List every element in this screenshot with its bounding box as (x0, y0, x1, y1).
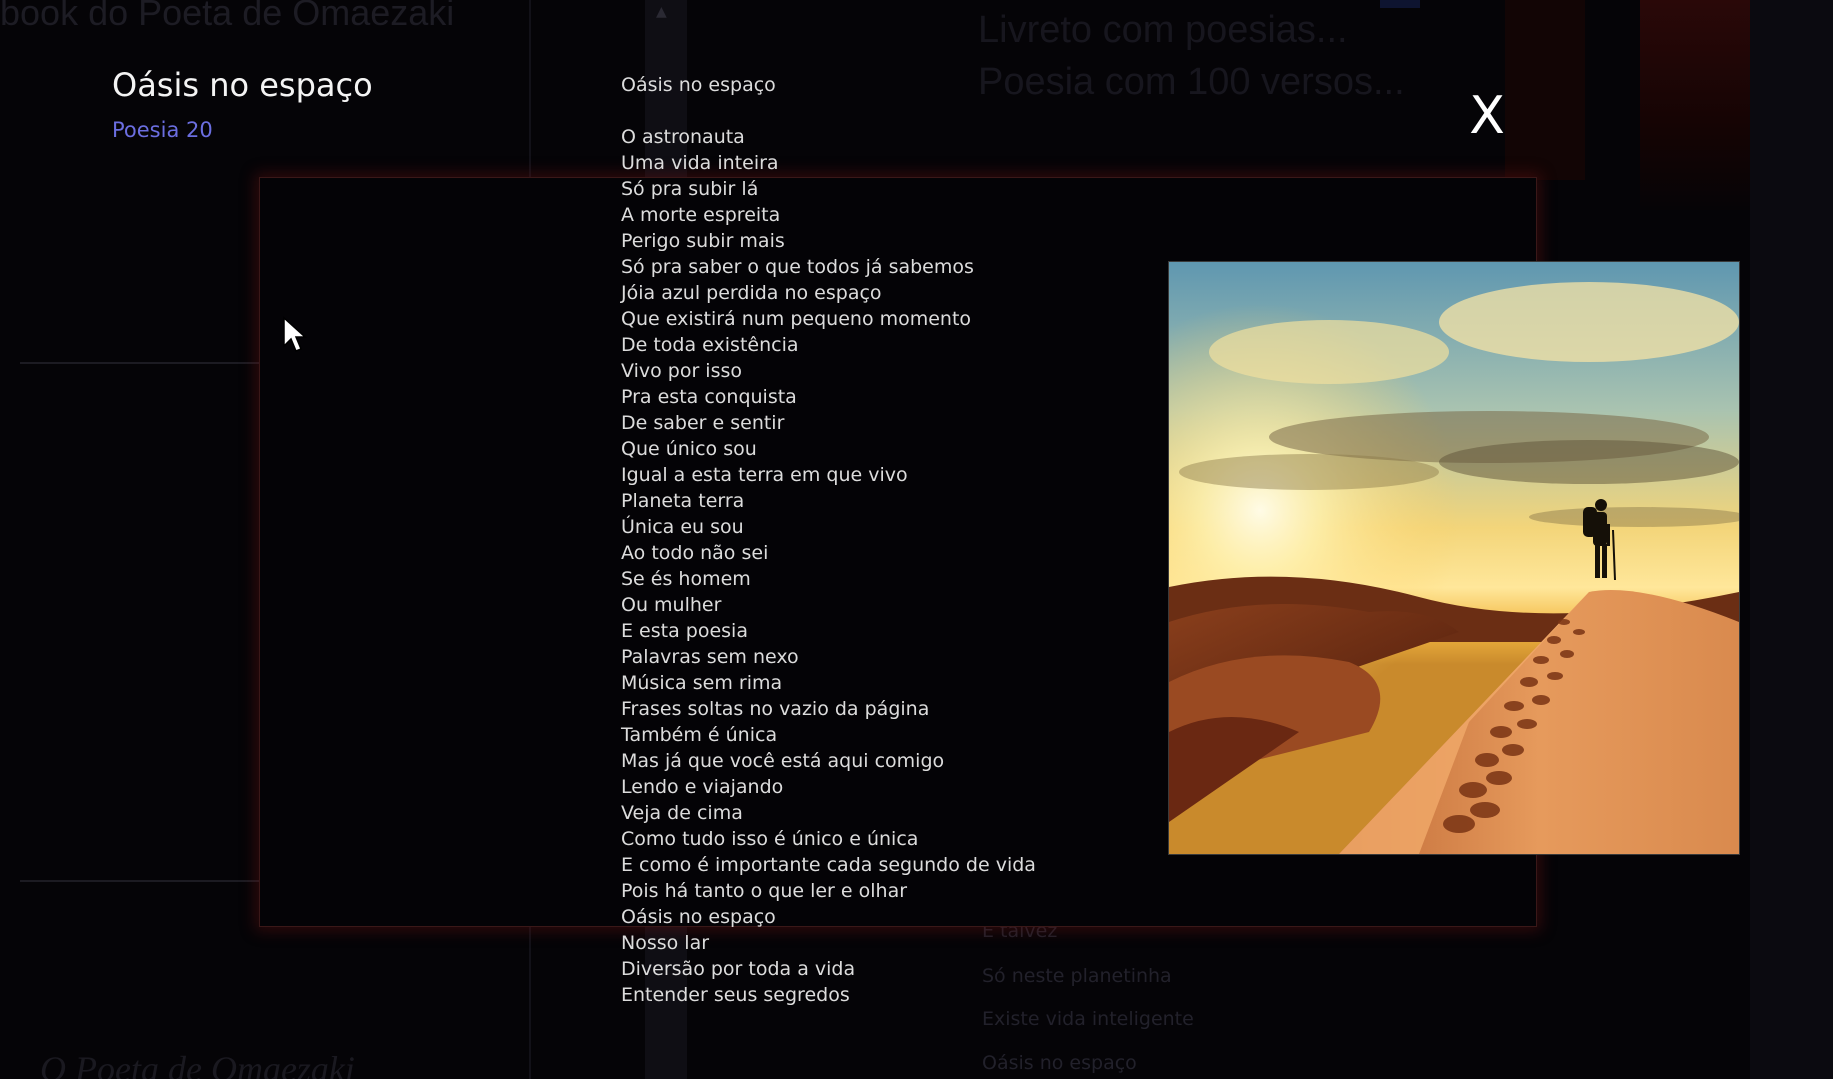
poem-line: Uma vida inteira (621, 152, 779, 174)
background-decoration (1640, 0, 1750, 210)
background-decoration (1505, 0, 1585, 180)
poem-line: Só pra subir lá (621, 178, 759, 200)
heading-line: Livreto com poesias... (978, 9, 1348, 51)
divider-line (20, 880, 265, 882)
poem-line: De toda existência (621, 334, 799, 356)
poem-line: Jóia azul perdida no espaço (621, 282, 882, 304)
poem-line: Também é única (621, 724, 778, 746)
poem-line: Só pra saber o que todos já sabemos (621, 256, 974, 278)
background-link: Oásis no espaço (982, 1052, 1137, 1074)
desert-hiker-photo (1168, 261, 1740, 855)
poem-line: O astronauta (621, 126, 745, 148)
poem-title: Oásis no espaço (112, 66, 373, 104)
poem-line: Se és homem (621, 568, 751, 590)
heading-line: Poesia com 100 versos... (978, 61, 1405, 103)
poem-line: Frases soltas no vazio da página (621, 698, 930, 720)
poem-line: Ou mulher (621, 594, 722, 616)
poem-line: Ao todo não sei (621, 542, 769, 564)
author-signature: O Poeta de Omaezaki (40, 1049, 355, 1079)
poem-line: Entender seus segredos (621, 984, 850, 1006)
background-link: Existe vida inteligente (982, 1008, 1194, 1030)
poem-line: A morte espreita (621, 204, 781, 226)
poem-line: E esta poesia (621, 620, 748, 642)
poem-line: Que único sou (621, 438, 757, 460)
poem-line: Oásis no espaço (621, 906, 776, 928)
poem-line: Que existirá num pequeno momento (621, 308, 972, 330)
poem-line: Palavras sem nexo (621, 646, 799, 668)
scroll-up-arrow-icon: ▲ (656, 4, 667, 20)
poem-heading: Oásis no espaço (621, 74, 776, 96)
poem-line: Pois há tanto o que ler e olhar (621, 880, 908, 902)
poem-line: De saber e sentir (621, 412, 785, 434)
poem-number: Poesia 20 (112, 118, 213, 142)
poem-line: Mas já que você está aqui comigo (621, 750, 945, 772)
poem-text: Oásis no espaço O astronauta Uma vida in… (621, 72, 1036, 1008)
poem-line: Igual a esta terra em que vivo (621, 464, 908, 486)
poem-line: Única eu sou (621, 516, 744, 538)
divider-line (20, 362, 265, 364)
poem-line: E como é importante cada segundo de vida (621, 854, 1036, 876)
poem-line: Pra esta conquista (621, 386, 797, 408)
poem-line: Veja de cima (621, 802, 743, 824)
background-accent (1380, 0, 1420, 8)
poem-line: Lendo e viajando (621, 776, 784, 798)
poem-line: Música sem rima (621, 672, 783, 694)
poem-line: Planeta terra (621, 490, 745, 512)
close-button[interactable]: X (1462, 86, 1512, 146)
poem-line: Vivo por isso (621, 360, 743, 382)
poem-line: Perigo subir mais (621, 230, 785, 252)
background-side-panel (1750, 0, 1833, 1079)
mouse-cursor-icon (283, 316, 307, 352)
poem-line: Diversão por toda a vida (621, 958, 856, 980)
background-heading: Livreto com poesias... Poesia com 100 ve… (978, 4, 1405, 108)
site-title: book do Poeta de Omaezaki (0, 0, 455, 33)
poem-line: Como tudo isso é único e única (621, 828, 919, 850)
poem-line: Nosso lar (621, 932, 710, 954)
